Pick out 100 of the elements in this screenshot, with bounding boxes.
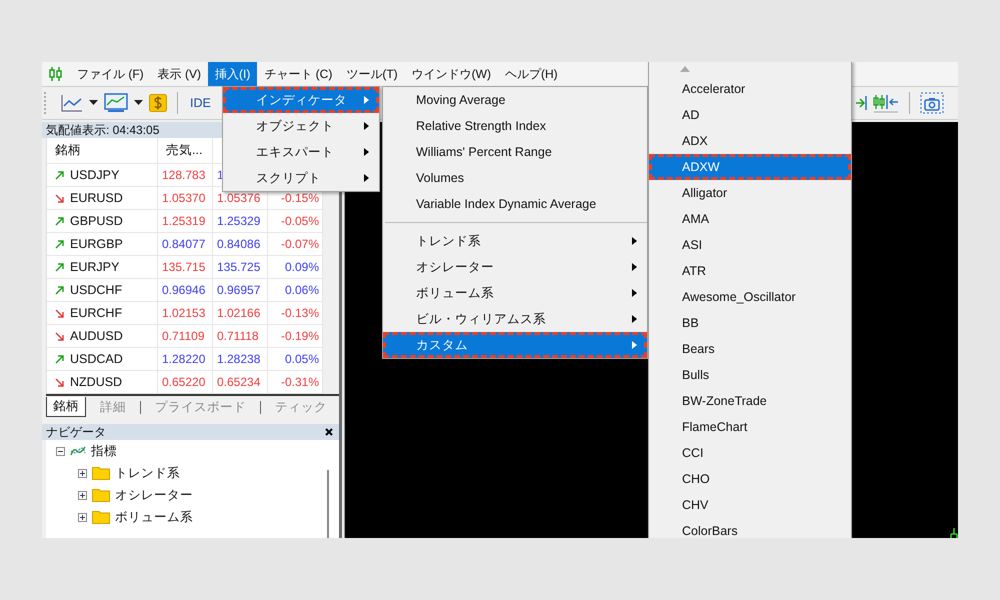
tree-item[interactable]: トレンド系 [115,464,180,482]
price-cell: 0.96946 [162,283,206,297]
menu-item[interactable]: Bulls [649,362,851,388]
menu-item[interactable]: Variable Index Dynamic Average [383,191,647,217]
menu-item[interactable]: エキスパート [223,139,379,165]
chart-window-icon[interactable] [104,93,128,113]
line-chart-icon[interactable] [61,94,83,112]
caret-icon[interactable] [89,100,98,106]
folder-icon [92,466,110,480]
menu-item[interactable]: スクリプト [223,165,379,191]
dollar-icon[interactable] [149,94,167,112]
menu-item[interactable]: Williams' Percent Range [383,139,647,165]
tree-item[interactable]: オシレーター [115,486,193,504]
arrow-right-icon[interactable] [855,94,867,112]
menu-item[interactable]: Moving Average [383,87,647,113]
ide-button[interactable]: IDE [188,94,213,112]
price-cell: 1.02153 [162,306,206,320]
menu-item[interactable]: ATR [649,258,851,284]
expand-icon[interactable] [78,468,87,478]
menu-bar-item[interactable]: チャート (C) [257,62,340,86]
submenu-arrow-icon [632,315,637,323]
price-cell: 0.84077 [162,237,206,251]
menu-item[interactable]: CHV [649,492,851,518]
submenu-arrow-icon [364,148,369,156]
column-header[interactable]: 銘柄 [47,138,158,163]
menu-item[interactable]: ボリューム系 [383,280,647,306]
price-cell: 0.71109 [162,329,204,343]
folder-icon [92,488,110,502]
menu-item[interactable]: Awesome_Oscillator [649,284,851,310]
camera-icon[interactable] [920,92,944,114]
menu-item[interactable]: Alligator [649,180,851,206]
price-cell: 135.715 [162,260,206,274]
tree-item[interactable]: ボリューム系 [115,508,193,526]
column-header[interactable]: 売気... [158,138,213,163]
symbol-cell: USDCAD [70,352,123,366]
symbol-cell: NZDUSD [70,375,122,389]
price-cell: -0.13% [280,306,319,320]
menu-item[interactable]: Volumes [383,165,647,191]
submenu-arrow-icon [632,237,637,245]
menu-item[interactable]: FlameChart [649,414,851,440]
collapse-icon[interactable] [56,446,65,456]
menu-item[interactable]: AMA [649,206,851,232]
menu-item[interactable]: インディケータ [223,87,379,113]
price-marker-icon [950,528,958,538]
menu-bar-item[interactable]: ヘルプ(H) [498,62,565,86]
indicator-icon [70,445,86,457]
tree-item[interactable]: 指標 [91,442,117,460]
price-cell: 0.96957 [217,283,260,297]
menu-item[interactable]: ASI [649,232,851,258]
menu-item[interactable]: BW-ZoneTrade [649,388,851,414]
submenu-arrow-icon [632,341,637,349]
symbol-cell: EURCHF [70,306,122,320]
menu-item[interactable]: BB [649,310,851,336]
menu-bar-item[interactable]: ツール(T) [339,62,405,86]
close-icon[interactable] [325,428,333,436]
menu-bar-item[interactable]: 表示 (V) [150,62,208,86]
price-cell: 1.28220 [162,352,206,366]
menu-bar-item[interactable]: ファイル (F) [70,62,151,86]
submenu-arrow-icon [364,96,369,104]
menu-item[interactable]: CCI [649,440,851,466]
tab[interactable]: 銘柄 [46,397,86,417]
price-cell: 0.65234 [217,375,260,389]
menu-item[interactable]: Accelerator [649,76,851,102]
expand-icon[interactable] [78,512,87,522]
candles-arrow-icon[interactable] [873,93,899,113]
symbol-cell: USDJPY [70,168,120,182]
submenu-arrow-icon [632,263,637,271]
menu-item[interactable]: AD [649,102,851,128]
menu-item[interactable]: CHO [649,466,851,492]
menu-item[interactable]: Bears [649,336,851,362]
menu-item[interactable]: トレンド系 [383,228,647,254]
price-cell: 1.05376 [217,191,260,205]
menu-item[interactable]: ColorBars [649,518,851,538]
menu-bar-item[interactable]: ウインドウ(W) [404,62,498,86]
menu-item[interactable]: ADXW [649,154,851,180]
symbol-cell: EURGBP [70,237,123,251]
menu-item[interactable]: オシレーター [383,254,647,280]
symbol-cell: EURJPY [70,260,120,274]
menu-item[interactable]: ADX [649,128,851,154]
price-cell: 1.28238 [217,352,260,366]
menu-bar-item[interactable]: 挿入(I) [208,62,258,86]
symbol-cell: GBPUSD [70,214,123,228]
price-cell: 0.06% [284,283,319,297]
candles-icon [49,67,63,81]
expand-icon[interactable] [78,490,87,500]
menu-item[interactable]: カスタム [383,332,647,358]
menu-item[interactable]: Relative Strength Index [383,113,647,139]
folder-icon [92,510,110,524]
symbol-cell: AUDUSD [70,329,123,343]
symbol-cell: EURUSD [70,191,123,205]
submenu-arrow-icon [364,174,369,182]
price-cell: -0.07% [280,237,319,251]
caret-icon[interactable] [134,100,143,106]
price-cell: 1.02166 [217,306,260,320]
price-cell: 0.05% [284,352,319,366]
price-cell: 0.71118 [217,329,259,343]
price-cell: 135.725 [217,260,260,274]
menu-item[interactable]: ビル・ウィリアムス系 [383,306,647,332]
price-cell: 128.783 [162,168,206,182]
price-cell: -0.19% [280,329,319,343]
